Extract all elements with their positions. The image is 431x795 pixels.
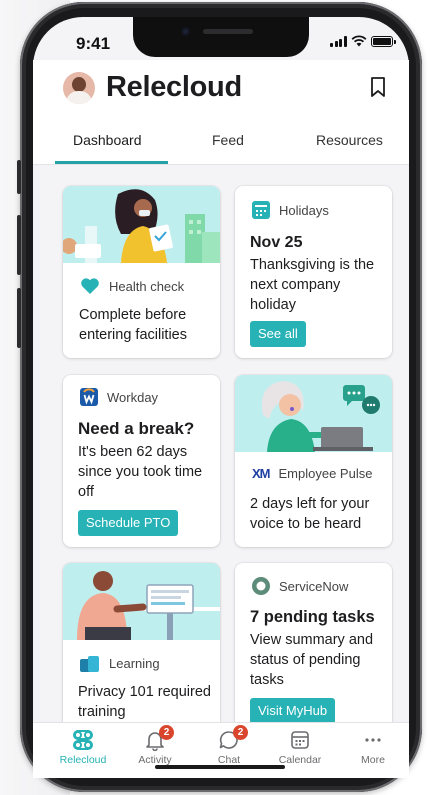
calendar-icon [252,201,270,219]
schedule-pto-button[interactable]: Schedule PTO [78,510,179,536]
health-check-label: Health check [109,278,185,294]
active-tab-indicator [55,161,168,164]
tab-dashboard[interactable]: Dashboard [73,132,142,148]
visit-myhub-button[interactable]: Visit MyHub [250,698,336,724]
holidays-label: Holidays [279,202,329,218]
more-icon [365,738,381,742]
servicenow-label: ServiceNow [279,578,349,594]
app-header: Relecloud Dashboard Feed Resources [33,60,409,165]
nav-relecloud[interactable]: Relecloud [53,729,113,766]
pulse-illustration [235,375,392,452]
status-icons [330,35,396,47]
nav-chat[interactable]: 2 Chat [199,725,259,766]
nav-more[interactable]: More [343,729,403,766]
activity-badge: 2 [159,725,174,740]
xm-icon: XM [252,466,270,481]
bottom-nav: Relecloud 2 Activity 2 Chat Calendar Mor… [33,722,409,778]
learning-text: Privacy 101 required training [78,684,211,720]
employee-pulse-source: XM Employee Pulse [252,466,372,481]
calendar-icon [291,731,309,749]
speaker-grille [203,29,253,34]
bell-icon: 2 [144,725,174,752]
notch [133,17,309,57]
tab-bar: Dashboard Feed Resources [33,122,409,165]
tab-resources[interactable]: Resources [316,132,383,148]
learning-label: Learning [109,655,160,671]
servicenow-source: ServiceNow [252,577,348,595]
wifi-icon [351,35,366,47]
volume-up-button [17,215,21,275]
heart-icon [81,278,99,294]
signal-icon [330,36,347,47]
learning-illustration [63,563,220,640]
learning-card[interactable]: Learning Privacy 101 required training [63,563,220,733]
holidays-date: Nov 25 [250,234,303,251]
health-illustration [63,186,220,263]
chat-badge: 2 [233,725,248,740]
chat-icon: 2 [218,725,248,751]
learning-source: Learning [80,654,160,672]
holidays-text: Thanksgiving is the next company holiday [250,257,375,313]
learning-icon [80,656,99,672]
nav-label-more: More [361,754,385,766]
servicenow-card[interactable]: ServiceNow 7 pending tasks View summary … [235,563,392,733]
camera-icon [181,27,190,36]
health-check-card[interactable]: Health check Complete before entering fa… [63,186,220,358]
health-check-source: Health check [80,277,184,295]
servicenow-icon [252,577,270,595]
health-check-text: Complete before entering facilities [79,307,187,343]
battery-icon [370,36,396,47]
bookmark-icon[interactable] [369,76,387,98]
employee-pulse-text: 2 days left for your voice to be heard [250,496,370,532]
servicenow-text: View summary and status of pending tasks [250,632,374,688]
holidays-card[interactable]: Holidays Nov 25 Thanksgiving is the next… [235,186,392,358]
workday-card[interactable]: Workday Need a break? It's been 62 days … [63,375,220,547]
workday-heading: Need a break? [78,419,195,438]
nav-label-relecloud: Relecloud [59,754,107,766]
nav-calendar[interactable]: Calendar [270,729,330,766]
status-time: 9:41 [76,34,111,53]
see-all-button[interactable]: See all [250,321,306,347]
relecloud-icon [73,730,93,750]
holidays-source: Holidays [252,201,329,219]
nav-activity[interactable]: 2 Activity [125,725,185,766]
volume-down-button [17,288,21,348]
employee-pulse-card[interactable]: XM Employee Pulse 2 days left for your v… [235,375,392,547]
tab-feed[interactable]: Feed [212,132,244,148]
workday-source: Workday [80,388,158,406]
servicenow-heading: 7 pending tasks [250,608,375,626]
workday-label: Workday [107,389,159,405]
workday-text: It's been 62 days since you took time of… [78,444,203,500]
home-indicator [155,765,285,769]
employee-pulse-label: Employee Pulse [278,466,373,481]
app-title: Relecloud [106,71,242,103]
avatar[interactable] [63,72,95,104]
mute-switch [17,160,21,194]
workday-icon [80,388,98,406]
